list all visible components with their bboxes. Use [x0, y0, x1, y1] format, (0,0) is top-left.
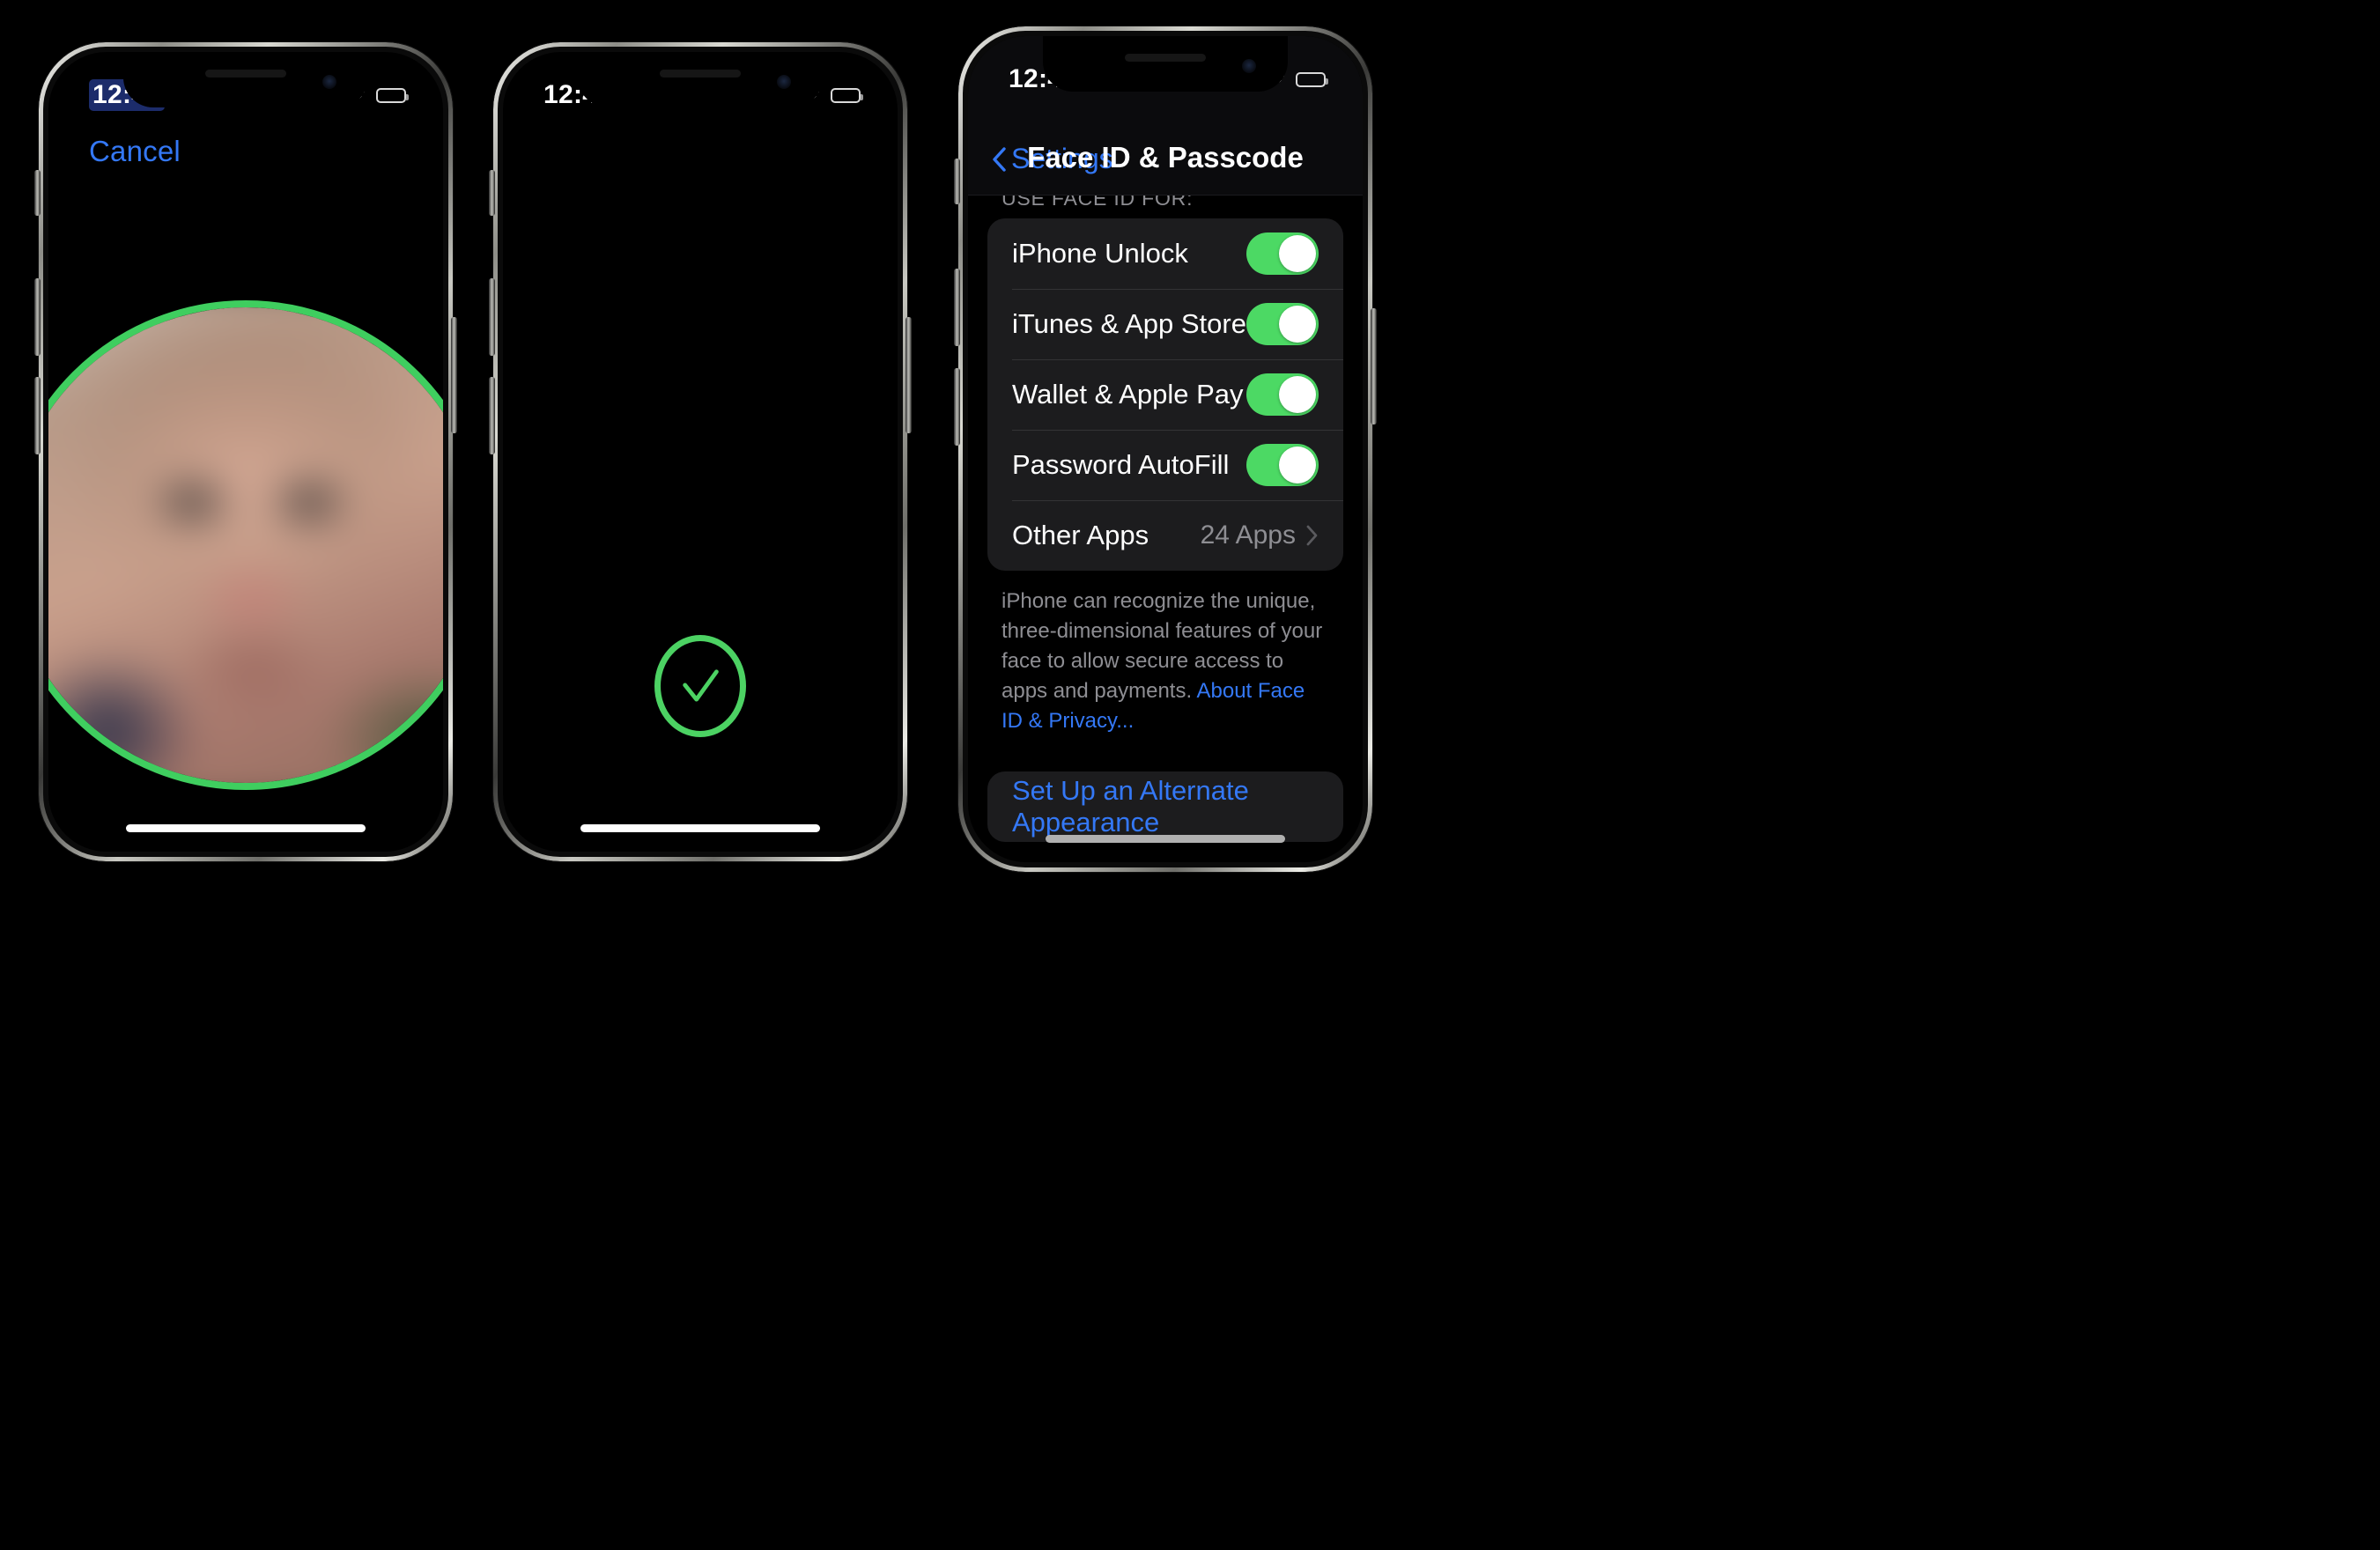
- side-power-button[interactable]: [451, 317, 457, 433]
- home-indicator[interactable]: [126, 824, 366, 832]
- row-label: Set Up an Alternate Appearance: [1012, 775, 1249, 838]
- silent-switch[interactable]: [34, 170, 41, 216]
- phone-1-frame: 12:47 Cancel Remove: [34, 42, 457, 861]
- row-iphone-unlock[interactable]: iPhone Unlock: [987, 218, 1343, 289]
- toggle-iphone-unlock[interactable]: [1246, 232, 1319, 275]
- footer-alternate-appearance: In addition to continuously learning how…: [968, 842, 1363, 862]
- cancel-button[interactable]: Cancel: [89, 135, 181, 168]
- alternate-appearance-card: Set Up an Alternate Appearance: [987, 771, 1343, 843]
- footer-face-id-privacy: iPhone can recognize the unique, three-d…: [968, 571, 1363, 736]
- toggle-itunes-app-store[interactable]: [1246, 303, 1319, 345]
- earpiece-speaker: [205, 70, 286, 78]
- section-header-use-face-id-for: USE FACE ID FOR:: [1002, 196, 1194, 210]
- row-label: iTunes & App Store: [1012, 308, 1246, 339]
- front-camera-icon: [1242, 59, 1256, 73]
- battery-icon: [376, 87, 409, 103]
- row-label: Other Apps: [1012, 520, 1149, 550]
- page-title: Face ID & Passcode: [1027, 141, 1304, 173]
- row-set-up-alternate-appearance[interactable]: Set Up an Alternate Appearance: [987, 771, 1343, 842]
- phone-3-screen: 12:48 Settings Face ID & Passcode USE FA…: [968, 36, 1363, 862]
- volume-down-button[interactable]: [489, 377, 495, 454]
- volume-up-button[interactable]: [34, 278, 41, 356]
- blurred-face-photo: [48, 307, 443, 783]
- volume-up-button[interactable]: [954, 269, 960, 346]
- notch: [1043, 36, 1288, 92]
- phone-3-frame: 12:48 Settings Face ID & Passcode USE FA…: [954, 26, 1377, 872]
- toggle-password-autofill[interactable]: [1246, 444, 1319, 486]
- notch: [123, 52, 368, 107]
- screenshot-canvas: 12:47 Cancel Remove: [0, 0, 2380, 1550]
- front-camera-icon: [777, 75, 791, 89]
- volume-down-button[interactable]: [954, 368, 960, 446]
- use-face-id-for-card: iPhone Unlock iTunes & App Store Wallet …: [987, 218, 1343, 571]
- other-apps-count: 24 Apps: [1200, 520, 1296, 550]
- row-itunes-app-store[interactable]: iTunes & App Store: [987, 289, 1343, 359]
- face-preview-circle: [48, 300, 443, 790]
- side-power-button[interactable]: [1371, 308, 1377, 424]
- side-power-button[interactable]: [905, 317, 912, 433]
- phone-2-screen: 12:48: [503, 52, 898, 852]
- face-id-scan-screen: Cancel Remove your glasses for the secon…: [48, 52, 443, 852]
- row-wallet-apple-pay[interactable]: Wallet & Apple Pay: [987, 359, 1343, 430]
- home-indicator[interactable]: [1046, 835, 1285, 843]
- settings-scroll-area[interactable]: USE FACE ID FOR: iPhone Unlock iTunes & …: [968, 196, 1363, 862]
- row-label: Wallet & Apple Pay: [1012, 379, 1244, 410]
- row-label: Password AutoFill: [1012, 449, 1230, 480]
- face-id-success-screen: Face ID is Now Set Up Done Add Glasses: [503, 52, 898, 852]
- phone-1-screen: 12:47 Cancel Remove: [48, 52, 443, 852]
- checkmark-glyph: [683, 669, 719, 702]
- success-checkmark-icon: [654, 635, 746, 737]
- silent-switch[interactable]: [954, 159, 960, 204]
- silent-switch[interactable]: [489, 170, 495, 216]
- earpiece-speaker: [1125, 54, 1206, 62]
- battery-icon: [831, 87, 863, 103]
- toggle-wallet-apple-pay[interactable]: [1246, 373, 1319, 416]
- earpiece-speaker: [660, 70, 741, 78]
- notch: [578, 52, 823, 107]
- row-other-apps[interactable]: Other Apps 24 Apps: [987, 500, 1343, 571]
- battery-icon: [1296, 71, 1328, 87]
- row-label: iPhone Unlock: [1012, 238, 1188, 269]
- phone-2-frame: 12:48: [489, 42, 912, 861]
- row-password-autofill[interactable]: Password AutoFill: [987, 430, 1343, 500]
- volume-down-button[interactable]: [34, 377, 41, 454]
- volume-up-button[interactable]: [489, 278, 495, 356]
- chevron-left-icon: [993, 146, 1006, 172]
- front-camera-icon: [322, 75, 336, 89]
- chevron-right-icon: [1306, 525, 1318, 546]
- home-indicator[interactable]: [580, 824, 820, 832]
